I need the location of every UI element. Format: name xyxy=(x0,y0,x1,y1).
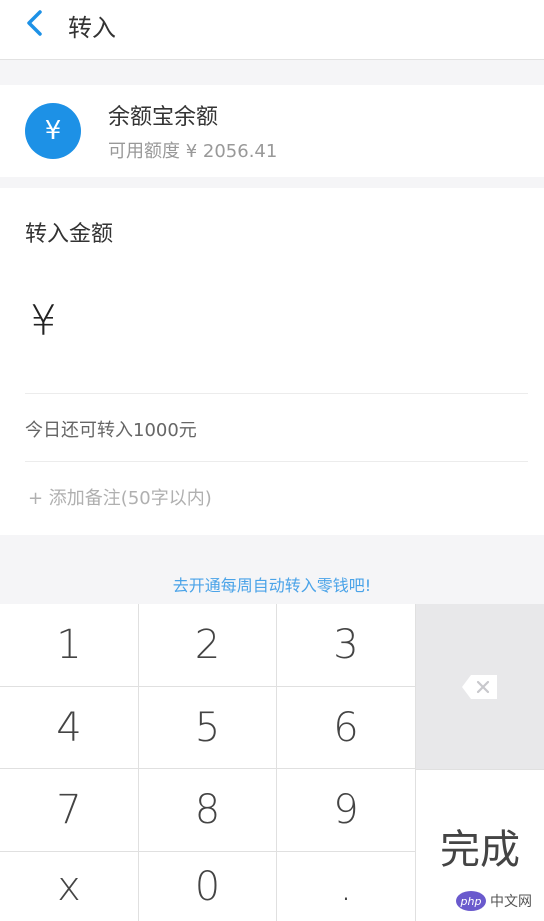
top-bar: 转入 xyxy=(0,0,544,60)
amount-label: 转入金额 xyxy=(25,222,114,247)
key-dot[interactable]: . xyxy=(277,852,416,921)
auto-transfer-link[interactable]: 去开通每周自动转入零钱吧! xyxy=(0,572,544,596)
amount-input[interactable]: ¥ xyxy=(30,296,57,345)
key-0[interactable]: 0 xyxy=(139,852,277,921)
key-6[interactable]: 6 xyxy=(277,687,416,769)
php-logo: php xyxy=(456,891,486,911)
daily-limit-text: 今日还可转入1000元 xyxy=(25,420,197,441)
key-8[interactable]: 8 xyxy=(139,769,277,852)
watermark: php 中文网 xyxy=(456,891,532,911)
divider xyxy=(25,393,528,394)
key-5[interactable]: 5 xyxy=(139,687,277,769)
key-7[interactable]: 7 xyxy=(0,769,139,852)
key-9[interactable]: 9 xyxy=(277,769,416,852)
key-3[interactable]: 3 xyxy=(277,604,416,687)
page-title: 转入 xyxy=(68,14,116,42)
numeric-keypad: 1 2 3 4 5 6 7 8 9 x 0 . 完成 php 中文网 xyxy=(0,604,544,921)
chevron-left-icon xyxy=(27,10,42,36)
divider xyxy=(25,461,528,462)
account-title: 余额宝余额 xyxy=(108,105,219,130)
backspace-icon xyxy=(462,674,497,699)
yuebao-icon: ¥ xyxy=(25,103,81,159)
transfer-panel: 转入金额 ¥ 今日还可转入1000元 + 添加备注(50字以内) xyxy=(0,188,544,535)
add-remark-link[interactable]: + 添加备注(50字以内) xyxy=(28,484,212,510)
back-button[interactable] xyxy=(18,6,52,40)
key-1[interactable]: 1 xyxy=(0,604,139,687)
watermark-text: 中文网 xyxy=(490,894,532,910)
available-amount: 可用额度 ¥ 2056.41 xyxy=(108,141,278,162)
key-2[interactable]: 2 xyxy=(139,604,277,687)
key-x[interactable]: x xyxy=(0,852,139,921)
delete-key[interactable] xyxy=(416,604,544,769)
account-card[interactable]: ¥ 余额宝余额 可用额度 ¥ 2056.41 xyxy=(0,85,544,177)
key-4[interactable]: 4 xyxy=(0,687,139,769)
